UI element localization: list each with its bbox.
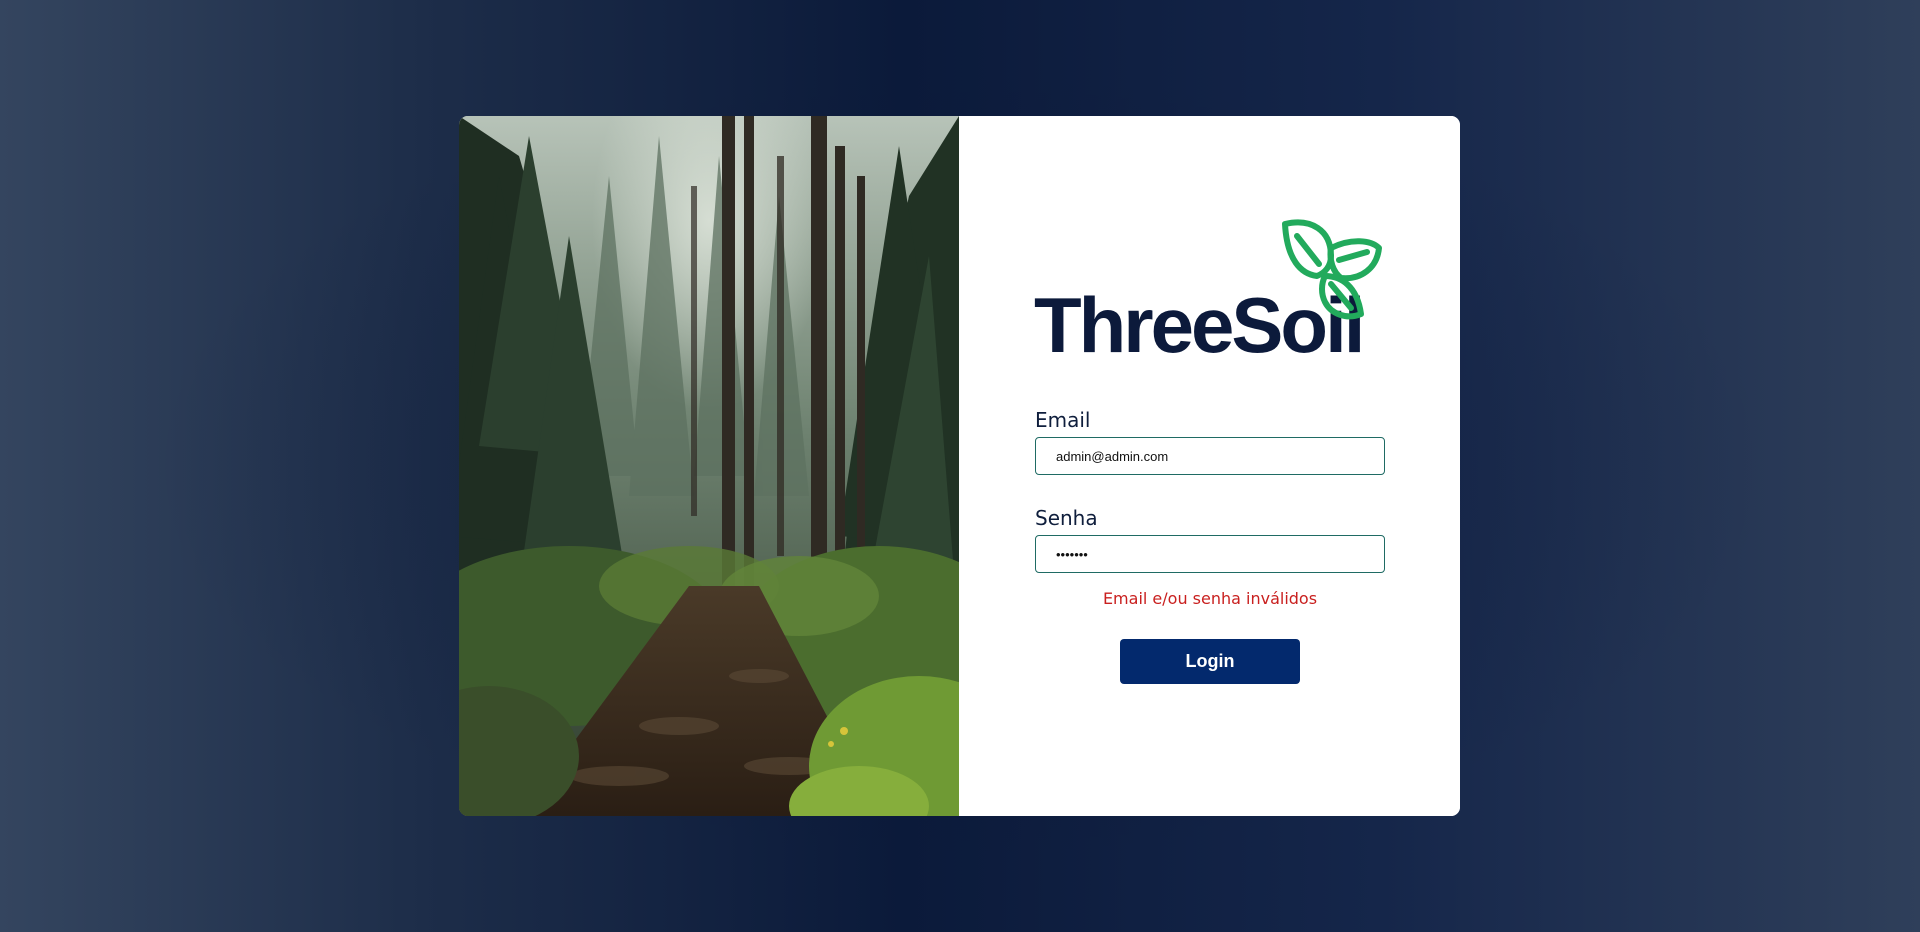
login-card: ThreeSoil Email Senha Email e/ou senha i… <box>459 116 1460 816</box>
error-message: Email e/ou senha inválidos <box>1102 589 1318 608</box>
forest-photo <box>459 116 959 816</box>
brand-logo: ThreeSoil <box>1034 218 1394 364</box>
login-button[interactable]: Login <box>1120 639 1300 684</box>
password-label: Senha <box>1035 506 1098 530</box>
password-input[interactable] <box>1035 535 1385 573</box>
email-input[interactable] <box>1035 437 1385 475</box>
email-label: Email <box>1035 408 1091 432</box>
login-form-panel: ThreeSoil Email Senha Email e/ou senha i… <box>959 116 1460 816</box>
three-leaves-icon <box>1282 219 1382 320</box>
